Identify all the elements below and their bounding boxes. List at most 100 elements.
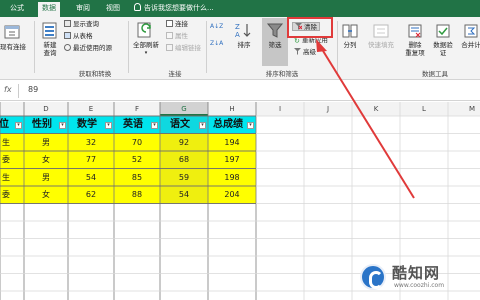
table-cell[interactable]: 54 — [160, 186, 208, 204]
tab-review[interactable]: 审阅 — [72, 2, 94, 17]
formula-input[interactable]: 89 — [28, 85, 38, 94]
lightbulb-icon — [134, 3, 141, 11]
consolidate-button[interactable]: 合并计 — [458, 23, 480, 49]
get-transform-group-label: 获取和转换 — [78, 70, 112, 78]
table-header-cell[interactable]: 性别 — [20, 116, 64, 134]
flash-fill-label: 快速填充 — [368, 41, 394, 49]
table-header-cell[interactable]: 数学 — [64, 116, 110, 134]
table-cell[interactable]: 生 — [0, 169, 18, 187]
column-header-i[interactable]: I — [256, 102, 304, 116]
table-cell[interactable]: 委 — [0, 186, 18, 204]
column-header-k[interactable]: K — [352, 102, 400, 116]
filter-button[interactable]: 筛选 — [262, 18, 288, 66]
tab-data[interactable]: 数据 — [38, 2, 60, 17]
sort-az-button[interactable]: A↓Z — [210, 22, 223, 31]
sort-za-button[interactable]: Z↓A — [210, 39, 223, 48]
column-header-j[interactable]: J — [304, 102, 352, 116]
connections-group-label: 连接 — [168, 70, 182, 78]
table-cell[interactable]: 32 — [68, 134, 114, 152]
table-cell[interactable]: 54 — [68, 169, 114, 187]
edit-links-label: 编辑链接 — [175, 44, 201, 52]
show-queries-button[interactable]: 显示查询 — [64, 20, 99, 29]
show-queries-icon — [64, 20, 71, 27]
table-cell[interactable]: 70 — [114, 134, 160, 152]
properties-button[interactable]: 属性 — [166, 32, 188, 41]
table-cell[interactable]: 52 — [114, 151, 160, 169]
table-cell[interactable]: 男 — [24, 134, 68, 152]
table-cell[interactable]: 女 — [24, 186, 68, 204]
recent-sources-icon — [64, 44, 71, 51]
table-header-cell[interactable]: 位 — [0, 116, 16, 134]
table-header-cell[interactable]: 总成绩 — [204, 116, 252, 134]
refresh-all-button[interactable]: 全部刷新 ▾ — [130, 21, 162, 57]
column-header-f[interactable]: F — [114, 102, 160, 116]
column-header-m[interactable]: M — [448, 102, 480, 116]
from-table-button[interactable]: 从表格 — [64, 32, 93, 41]
from-table-label: 从表格 — [73, 32, 93, 40]
connections-button[interactable]: 连接 — [166, 20, 188, 29]
refresh-icon — [137, 22, 151, 38]
reapply-button[interactable]: ↻ 重新应用 — [294, 36, 328, 45]
tell-me-text: 告诉我您想要做什么... — [144, 4, 214, 12]
column-header-e[interactable]: E — [68, 102, 114, 116]
table-cell[interactable]: 77 — [68, 151, 114, 169]
tab-view[interactable]: 视图 — [102, 2, 124, 17]
edit-links-button[interactable]: 编辑链接 — [166, 44, 201, 53]
ribbon: 现有连接 新建 查询 显示查询 从表格 最近使用的源 获取和转换 全部刷新 ▾ … — [0, 17, 480, 80]
fx-icon[interactable]: fx — [4, 85, 12, 94]
data-tools-group-label: 数据工具 — [422, 70, 448, 78]
new-query-label: 新建 查询 — [43, 41, 57, 57]
table-cell[interactable]: 197 — [208, 151, 256, 169]
sort-button[interactable]: Z A 排序 — [232, 21, 256, 49]
table-cell[interactable]: 男 — [24, 169, 68, 187]
filter-dropdown-icon[interactable]: ▾ — [247, 122, 254, 129]
column-header-g[interactable]: G — [160, 102, 208, 116]
text-to-columns-button[interactable]: 分列 — [340, 23, 360, 49]
table-cell[interactable]: 204 — [208, 186, 256, 204]
table-cell[interactable]: 92 — [160, 134, 208, 152]
table-cell[interactable]: 88 — [114, 186, 160, 204]
tab-formulas[interactable]: 公式 — [6, 2, 28, 17]
column-header-h[interactable]: H — [208, 102, 256, 116]
svg-text:Z: Z — [235, 23, 240, 31]
advanced-label: 高级 — [303, 48, 316, 56]
recent-sources-button[interactable]: 最近使用的源 — [64, 44, 112, 53]
text-to-columns-icon — [342, 24, 358, 38]
table-cell[interactable]: 85 — [114, 169, 160, 187]
table-cell[interactable]: 194 — [208, 134, 256, 152]
column-header-d[interactable]: D — [24, 102, 68, 116]
table-cell[interactable]: 68 — [160, 151, 208, 169]
table-cell[interactable]: 委 — [0, 151, 18, 169]
group-separator — [34, 21, 35, 73]
column-header-l[interactable]: L — [400, 102, 448, 116]
existing-connections-icon — [4, 25, 20, 39]
existing-connections-button[interactable]: 现有连接 — [0, 23, 28, 51]
data-validation-label: 数据验 证 — [433, 41, 453, 57]
sort-icon: Z A — [235, 23, 251, 39]
data-validation-button[interactable]: 数据验 证 — [430, 23, 456, 57]
table-header-cell[interactable]: 语文 — [156, 116, 204, 134]
clear-filter-button[interactable]: 清除 — [292, 22, 320, 31]
table-cell[interactable]: 生 — [0, 134, 18, 152]
table-cell[interactable]: 198 — [208, 169, 256, 187]
clear-label: 清除 — [304, 23, 317, 31]
advanced-filter-button[interactable]: 高级 — [294, 48, 316, 57]
properties-label: 属性 — [175, 32, 188, 40]
connections-icon — [166, 20, 173, 27]
show-queries-label: 显示查询 — [73, 20, 99, 28]
table-cell[interactable]: 女 — [24, 151, 68, 169]
new-query-button[interactable]: 新建 查询 — [38, 21, 62, 57]
table-cell[interactable]: 59 — [160, 169, 208, 187]
table-icon — [64, 32, 71, 39]
clear-filter-icon — [295, 23, 303, 30]
flash-fill-button[interactable]: 快速填充 — [364, 23, 398, 49]
properties-icon — [166, 32, 173, 39]
table-header-cell[interactable]: 英语 — [110, 116, 156, 134]
remove-duplicates-button[interactable]: 删除 重复项 — [402, 23, 428, 57]
sort-za-icon: Z↓A — [210, 40, 224, 47]
filter-label: 筛选 — [268, 41, 282, 49]
reapply-label: 重新应用 — [301, 36, 328, 44]
table-cell[interactable]: 62 — [68, 186, 114, 204]
dropdown-arrow-icon: ▾ — [144, 50, 148, 56]
tell-me-search[interactable]: 告诉我您想要做什么... — [134, 2, 214, 15]
